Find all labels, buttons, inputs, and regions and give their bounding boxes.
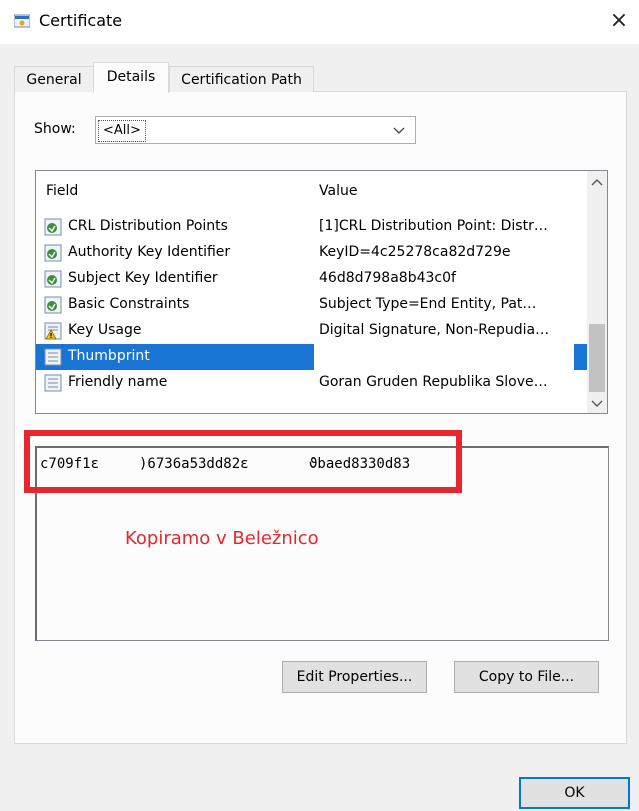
scroll-up-icon[interactable] <box>587 173 607 193</box>
list-item-field: CRL Distribution Points <box>68 218 228 234</box>
extension-icon <box>44 244 62 262</box>
annotation-highlight-rect <box>24 430 462 493</box>
property-icon <box>44 374 62 392</box>
close-button[interactable]: × <box>604 6 634 36</box>
list-item-field: Subject Key Identifier <box>68 270 218 286</box>
list-item[interactable]: CRL Distribution Points [1]CRL Distribut… <box>36 214 588 240</box>
list-item-field: Friendly name <box>68 374 168 390</box>
annotation-text: Kopiramo v Beležnico <box>125 528 319 549</box>
scrollbar-thumb[interactable] <box>589 324 605 392</box>
certificate-icon <box>14 14 30 28</box>
extension-icon <box>44 270 62 288</box>
tab-general[interactable]: General <box>14 66 94 92</box>
selection-edge <box>574 344 584 370</box>
list-item-field: Thumbprint <box>68 348 150 364</box>
edit-properties-button[interactable]: Edit Properties... <box>282 661 427 693</box>
column-header-field[interactable]: Field <box>46 183 78 199</box>
copy-to-file-button[interactable]: Copy to File... <box>454 661 599 693</box>
list-item-value: 46d8d798a8b43c0f <box>319 270 456 286</box>
list-item-field: Basic Constraints <box>68 296 190 312</box>
tab-certification-path[interactable]: Certification Path <box>169 66 314 92</box>
tab-details[interactable]: Details <box>93 62 169 93</box>
list-item-selected[interactable]: Thumbprint <box>36 344 588 370</box>
list-item-value: Subject Type=End Entity, Pat… <box>319 296 537 312</box>
chevron-down-icon <box>393 127 405 134</box>
list-item-value: KeyID=4c25278ca82d729e <box>319 244 511 260</box>
title-bar: Certificate × <box>0 0 639 44</box>
list-item-value: [1]CRL Distribution Point: Distr… <box>319 218 548 234</box>
list-item-value: Goran Gruden Republika Slove… <box>319 374 548 390</box>
field-list[interactable]: Field Value CRL Distribution Points [1]C… <box>35 170 608 414</box>
list-item-value: Digital Signature, Non-Repudia… <box>319 322 550 338</box>
show-dropdown-value: <All> <box>98 120 146 142</box>
list-item[interactable]: Key Usage Digital Signature, Non-Repudia… <box>36 318 588 344</box>
column-header-value[interactable]: Value <box>319 183 357 199</box>
list-item[interactable]: Authority Key Identifier KeyID=4c25278ca… <box>36 240 588 266</box>
extension-icon <box>44 296 62 314</box>
certificate-dialog: Certificate × General Details Certificat… <box>0 0 639 811</box>
list-header: Field Value <box>36 171 588 211</box>
scroll-down-icon[interactable] <box>587 393 607 413</box>
show-dropdown[interactable]: <All> <box>95 116 416 144</box>
list-item[interactable]: Subject Key Identifier 46d8d798a8b43c0f <box>36 266 588 292</box>
list-scrollbar[interactable] <box>587 171 607 413</box>
warning-extension-icon <box>44 322 62 340</box>
selection-value-area <box>314 344 574 370</box>
ok-button[interactable]: OK <box>519 777 630 809</box>
list-item[interactable]: Friendly name Goran Gruden Republika Slo… <box>36 370 588 396</box>
show-label: Show: <box>34 121 76 137</box>
window-title: Certificate <box>39 11 123 30</box>
property-icon <box>44 348 62 366</box>
list-item[interactable]: Basic Constraints Subject Type=End Entit… <box>36 292 588 318</box>
list-item-field: Authority Key Identifier <box>68 244 231 260</box>
list-item-field: Key Usage <box>68 322 142 338</box>
extension-icon <box>44 218 62 236</box>
